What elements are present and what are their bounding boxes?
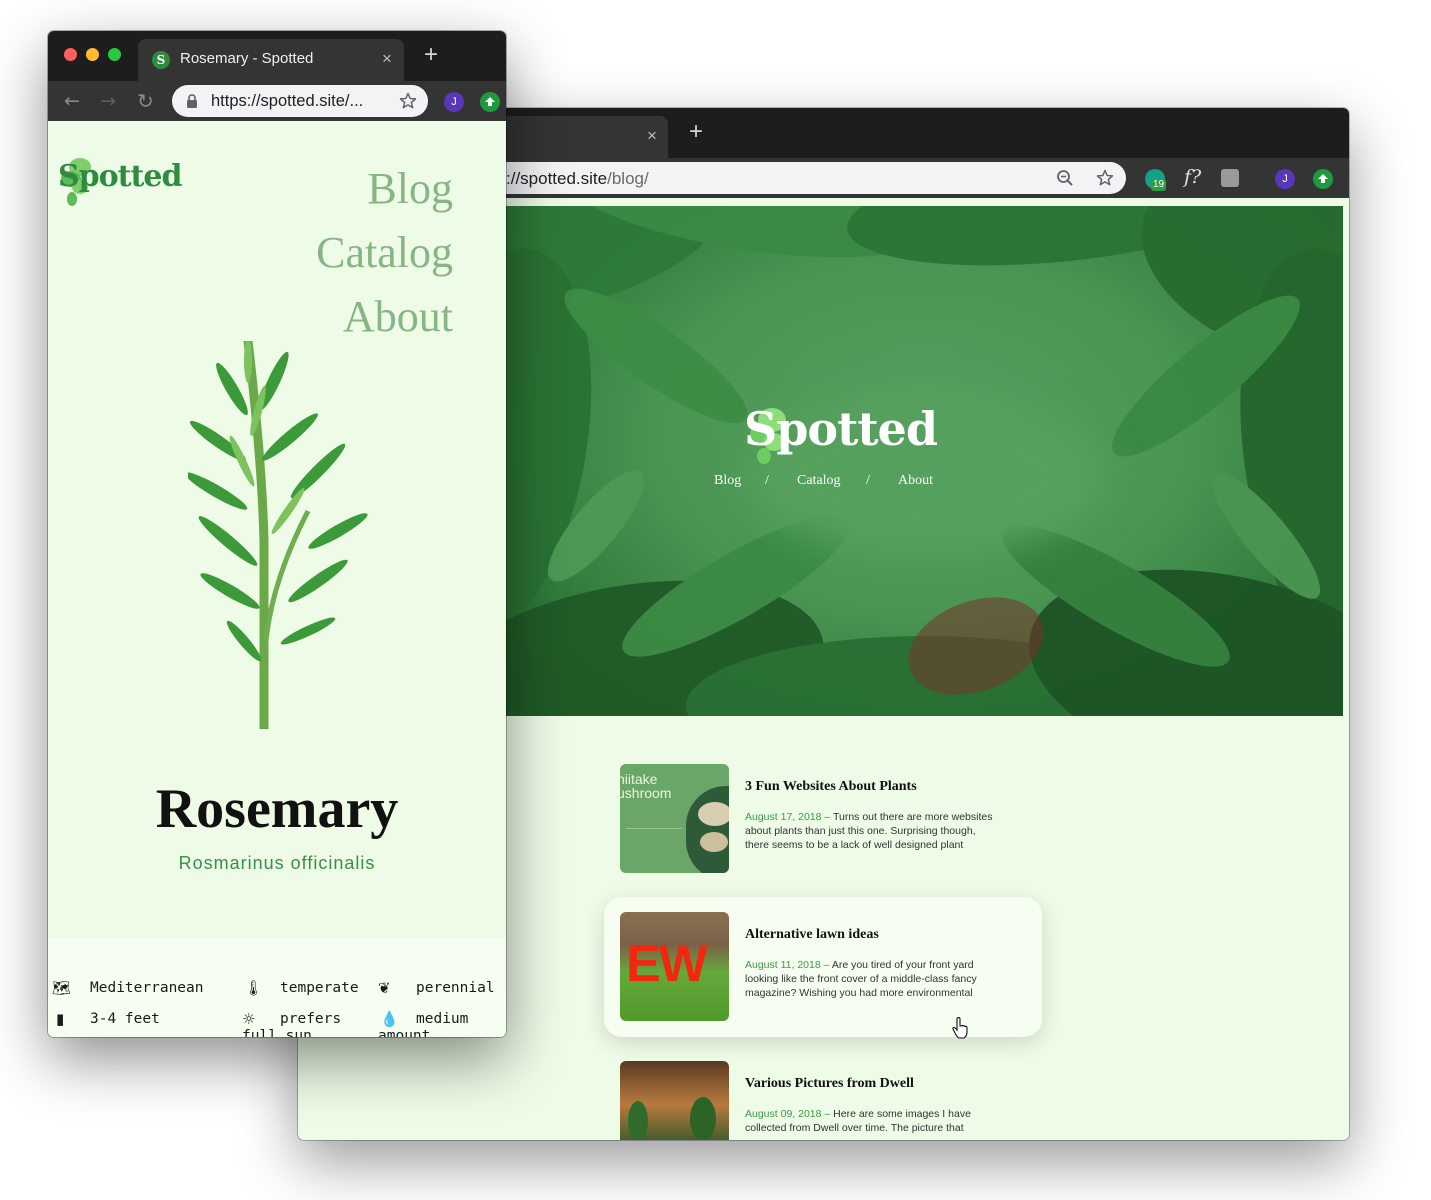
reload-icon[interactable]: ↻ xyxy=(137,89,154,113)
browser-toolbar: ← → ↻ https://spotted.site/... J xyxy=(48,81,506,121)
attribute-origin: Mediterranean xyxy=(90,980,204,996)
favicon-icon: S xyxy=(152,51,170,69)
rosemary-illustration xyxy=(188,341,368,729)
back-arrow-icon[interactable]: ← xyxy=(64,90,80,112)
thumbnail-caption: EW xyxy=(626,935,708,993)
url-text: ://spotted.site/blog/ xyxy=(506,169,649,188)
extension-badge: 19 xyxy=(1151,179,1167,191)
maximize-window-button[interactable] xyxy=(108,48,121,61)
plant-latin-name: Rosmarinus officinalis xyxy=(178,853,376,873)
nav-blog[interactable]: Blog xyxy=(367,163,453,214)
upload-extension-icon[interactable] xyxy=(480,92,500,112)
post-date: August 09, 2018 xyxy=(745,1108,822,1120)
url-text: https://spotted.site/... xyxy=(211,92,364,110)
ruler-icon: ▮ xyxy=(56,1010,65,1028)
new-tab-button[interactable]: + xyxy=(424,43,438,67)
new-tab-button[interactable]: + xyxy=(689,120,703,144)
blog-post[interactable]: Various Pictures from Dwell August 09, 2… xyxy=(620,1061,1000,1140)
close-window-button[interactable] xyxy=(64,48,77,61)
attribute-sunlight: prefers full sun xyxy=(242,1011,342,1037)
hand-pointer-cursor-icon xyxy=(952,1017,968,1039)
post-excerpt: August 09, 2018 – Here are some images I… xyxy=(745,1108,971,1134)
post-date: August 11, 2018 xyxy=(745,959,821,971)
map-icon: 🗺 xyxy=(52,979,72,997)
site-logo[interactable]: Spotted xyxy=(58,159,182,194)
post-title[interactable]: 3 Fun Websites About Plants xyxy=(745,779,917,795)
hero-nav-blog[interactable]: Blog xyxy=(714,473,741,489)
bookmark-star-icon[interactable] xyxy=(1095,168,1115,188)
post-excerpt: August 17, 2018 – Turns out there are mo… xyxy=(745,811,993,850)
forward-arrow-icon[interactable]: → xyxy=(100,90,116,112)
plant-page: Spotted Blog Catalog About Rosemary Rosm… xyxy=(48,121,506,1037)
tab-close-button[interactable]: × xyxy=(647,126,657,146)
plant-browser-window: S Rosemary - Spotted × + ← → ↻ https://s… xyxy=(48,31,506,1037)
tab-close-button[interactable]: × xyxy=(382,49,392,69)
plant-name: Rosemary xyxy=(155,778,399,840)
tab-strip: S Rosemary - Spotted × + xyxy=(48,31,506,81)
nav-catalog[interactable]: Catalog xyxy=(316,227,453,278)
hero-nav-separator: / xyxy=(866,473,870,488)
bookmark-star-icon[interactable] xyxy=(398,91,418,111)
attribute-climate: temperate xyxy=(280,980,359,996)
post-thumbnail: hiitake ushroom xyxy=(620,764,729,873)
attribute-lifecycle: perennial xyxy=(416,980,495,996)
post-thumbnail: EW xyxy=(620,912,729,1021)
blog-post[interactable]: EW Alternative lawn ideas August 11, 201… xyxy=(620,912,1000,1022)
attribute-height: 3-4 feet xyxy=(90,1011,160,1027)
lock-icon xyxy=(187,94,197,108)
hero-logo[interactable]: Spotted xyxy=(744,402,938,456)
thermometer-icon: 🌡 xyxy=(244,979,264,997)
blog-post[interactable]: hiitake ushroom 3 Fun Websites About Plan… xyxy=(620,764,1000,874)
tab-rosemary[interactable]: S Rosemary - Spotted × xyxy=(138,39,404,81)
zoom-icon[interactable] xyxy=(1056,169,1074,187)
tab-title: Rosemary - Spotted xyxy=(180,50,314,67)
profile-avatar[interactable]: J xyxy=(1275,169,1295,189)
hero-nav-about[interactable]: About xyxy=(898,473,933,489)
post-title[interactable]: Various Pictures from Dwell xyxy=(745,1076,914,1092)
minimize-window-button[interactable] xyxy=(86,48,99,61)
hero-nav-catalog[interactable]: Catalog xyxy=(797,473,841,489)
extension-tracker-icon[interactable]: 19 xyxy=(1145,169,1167,191)
post-excerpt: August 11, 2018 – Are you tired of your … xyxy=(745,959,977,998)
hero-nav-separator: / xyxy=(765,473,769,488)
post-title[interactable]: Alternative lawn ideas xyxy=(745,927,879,943)
post-thumbnail xyxy=(620,1061,729,1140)
whatfont-extension-icon[interactable]: f? xyxy=(1184,166,1201,188)
post-date: August 17, 2018 xyxy=(745,811,822,823)
thumbnail-caption: hiitake ushroom xyxy=(620,771,672,801)
nav-about[interactable]: About xyxy=(343,291,453,342)
hero-banner: Spotted Blog / Catalog / About xyxy=(506,206,1343,716)
plant-attributes: 🗺 Mediterranean 🌡 temperate ❦ perennial … xyxy=(48,938,506,1037)
attribute-water: medium amount xyxy=(378,1011,469,1037)
extension-r-icon[interactable] xyxy=(1221,169,1239,187)
address-bar[interactable]: https://spotted.site/... xyxy=(172,85,428,117)
profile-avatar[interactable]: J xyxy=(444,92,464,112)
lotus-icon: ❦ xyxy=(378,979,391,997)
upload-extension-icon[interactable] xyxy=(1313,169,1333,189)
